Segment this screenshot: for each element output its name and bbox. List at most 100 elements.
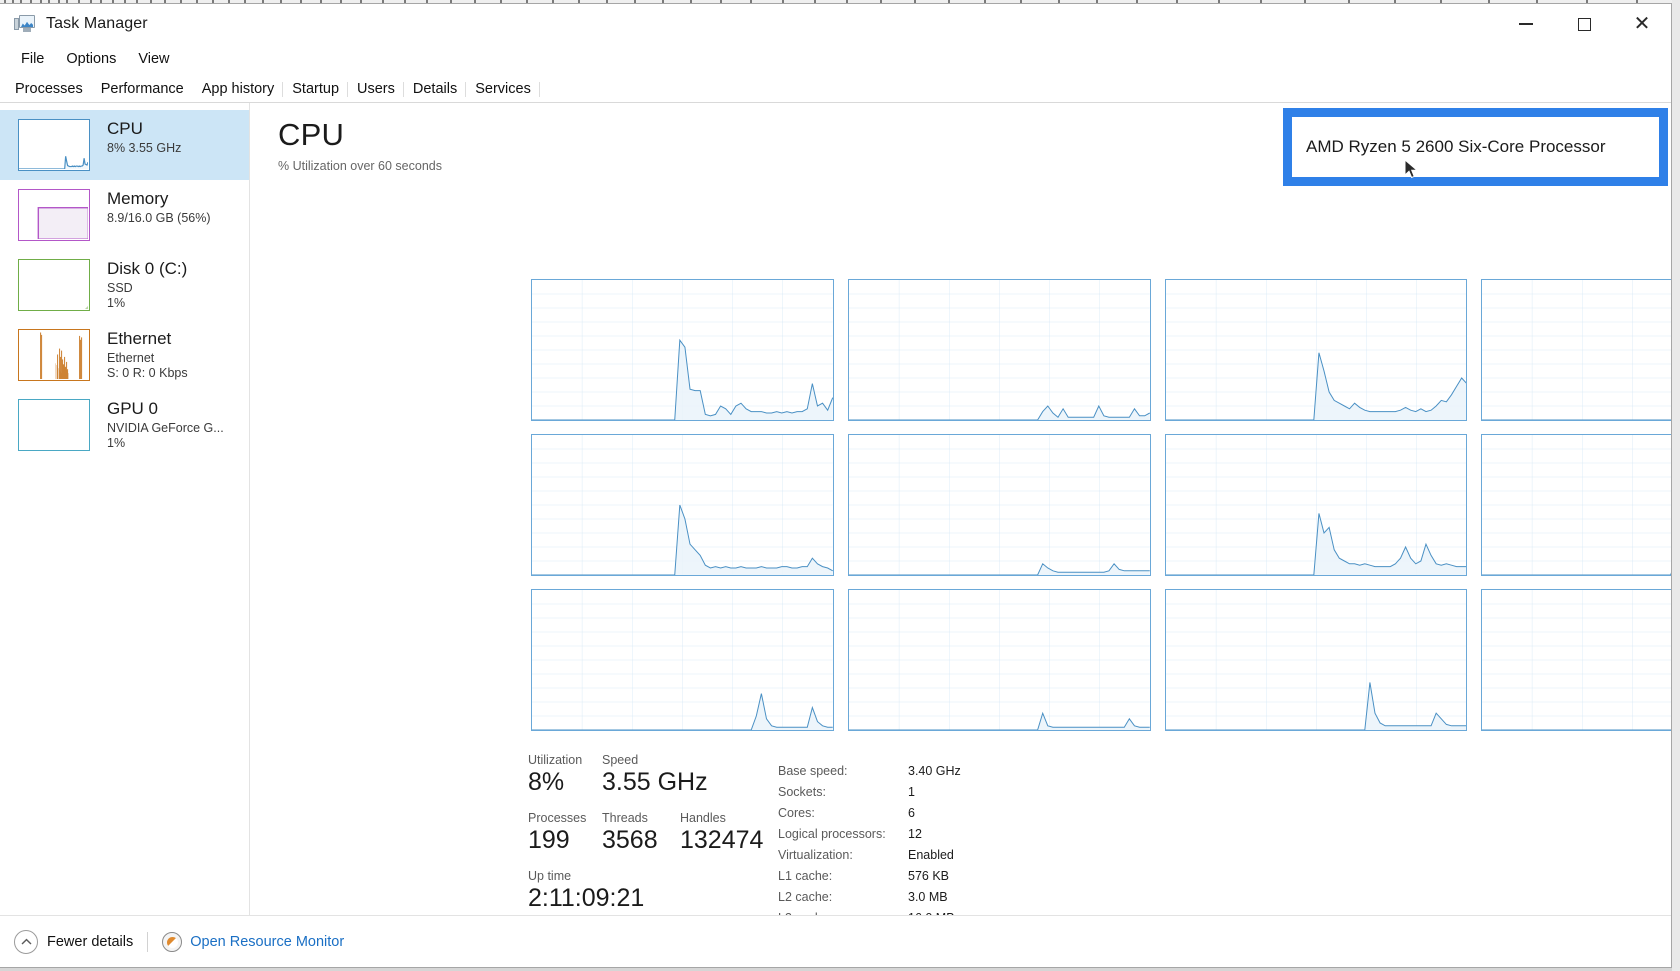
cpu-logical-processor-grid[interactable] (531, 279, 1671, 731)
spec-row: Virtualization: Enabled (778, 845, 961, 866)
processor-name: AMD Ryzen 5 2600 Six-Core Processor (1306, 137, 1606, 156)
stat-utilization-value: 8% (528, 768, 565, 796)
tab-services[interactable]: Services (466, 78, 540, 102)
sidebar-item-detail-1: 8% 3.55 GHz (107, 141, 182, 156)
minimize-button[interactable] (1497, 4, 1555, 44)
tab-users[interactable]: Users (348, 78, 404, 102)
sidebar-item-ethernet[interactable]: Ethernet Ethernet S: 0 R: 0 Kbps (0, 320, 249, 390)
task-manager-icon (14, 14, 36, 34)
sidebar-item-detail-2: 1% (107, 435, 126, 450)
sidebar-thumbnail-graph (18, 329, 90, 381)
spec-row: Sockets: 1 (778, 782, 961, 803)
chevron-up-icon[interactable] (14, 929, 38, 954)
window-controls: ✕ (1497, 4, 1671, 44)
sidebar-item-text: GPU 0 NVIDIA GeForce G... 1% (107, 399, 224, 451)
spec-value: 3.0 MB (908, 890, 948, 904)
cpu-panel: CPU % Utilization over 60 seconds Utiliz… (250, 103, 1671, 961)
cpu-core-graph[interactable] (531, 589, 834, 731)
fewer-details-button[interactable]: Fewer details (47, 934, 133, 950)
status-bar: Fewer details Open Resource Monitor (0, 915, 1671, 967)
task-manager-window: Task Manager ✕ File Options View Processes… (0, 3, 1672, 968)
spec-key: Base speed: (778, 764, 848, 778)
spec-key: L2 cache: (778, 890, 833, 904)
cpu-core-graph[interactable] (531, 279, 834, 421)
cpu-core-graph[interactable] (847, 279, 1151, 421)
spec-row: Cores: 6 (778, 803, 961, 824)
window-title: Task Manager (46, 15, 148, 32)
spec-row: Base speed: 3.40 GHz (778, 761, 961, 782)
stat-threads-label: Threads (602, 811, 648, 825)
open-resource-monitor-link[interactable]: Open Resource Monitor (190, 934, 344, 950)
spec-key: Logical processors: (778, 827, 886, 841)
spec-value: Enabled (908, 848, 954, 862)
spec-row: L1 cache: 576 KB (778, 866, 961, 887)
sidebar-item-label: Ethernet (107, 329, 172, 348)
spec-row: Logical processors: 12 (778, 824, 961, 845)
footer-divider (147, 931, 149, 952)
sidebar-item-detail-1: Ethernet (107, 351, 155, 366)
cpu-core-graph[interactable] (847, 589, 1151, 731)
stat-uptime-label: Up time (528, 869, 572, 883)
spec-value: 3.40 GHz (908, 764, 961, 778)
stat-utilization: Utilization 8% (528, 753, 602, 797)
tab-processes[interactable]: Processes (6, 78, 92, 102)
sidebar-item-detail-1: NVIDIA GeForce G... (107, 421, 224, 436)
sidebar-item-disk-0-c[interactable]: Disk 0 (C:) SSD 1% (0, 250, 249, 320)
stat-utilization-label: Utilization (528, 753, 583, 767)
processor-name-highlight-box: AMD Ryzen 5 2600 Six-Core Processor (1283, 108, 1668, 186)
stat-speed-value: 3.55 GHz (602, 768, 708, 796)
tab-performance[interactable]: Performance (91, 78, 193, 102)
maximize-button[interactable] (1555, 4, 1613, 44)
stat-speed-label: Speed (602, 753, 639, 767)
stat-uptime: Up time 2:11:09:21 (528, 869, 644, 913)
sidebar-item-text: Ethernet Ethernet S: 0 R: 0 Kbps (107, 329, 188, 381)
resource-monitor-icon[interactable] (162, 931, 183, 952)
stat-speed: Speed 3.55 GHz (602, 753, 708, 797)
stat-threads: Threads 3568 (602, 811, 680, 855)
spec-value: 576 KB (908, 869, 950, 883)
sidebar-item-label: CPU (107, 119, 143, 138)
sidebar-item-text: Disk 0 (C:) SSD 1% (107, 259, 187, 311)
content-area: CPU 8% 3.55 GHz Memory 8.9/16.0 GB (56%) Dis… (0, 103, 1671, 961)
tab-label: Startup (292, 81, 340, 97)
sidebar-item-label: Memory (107, 189, 169, 208)
sidebar-item-gpu-0[interactable]: GPU 0 NVIDIA GeForce G... 1% (0, 390, 249, 460)
tab-startup[interactable]: Startup (283, 78, 349, 102)
sidebar-thumbnail-graph (18, 399, 90, 451)
tab-app-history[interactable]: App history (192, 78, 284, 102)
cpu-core-graph[interactable] (1481, 589, 1671, 731)
cpu-core-graph[interactable] (1164, 279, 1468, 421)
cpu-spec-list: Base speed: 3.40 GHz Sockets: 1 Cores: 6 Logic… (778, 753, 961, 929)
cpu-core-graph[interactable] (531, 434, 834, 576)
cpu-core-graph[interactable] (1481, 434, 1671, 576)
tab-label: Performance (100, 81, 184, 97)
spec-value: 6 (908, 806, 915, 820)
close-button[interactable]: ✕ (1613, 4, 1671, 44)
spec-key: Sockets: (778, 785, 826, 799)
sidebar-item-label: Disk 0 (C:) (107, 259, 188, 278)
cpu-core-graph[interactable] (1164, 589, 1468, 731)
spec-key: L1 cache: (778, 869, 833, 883)
cpu-core-graph[interactable] (1481, 279, 1671, 421)
sidebar-item-cpu[interactable]: CPU 8% 3.55 GHz (0, 110, 249, 180)
menu-item-view[interactable]: View (127, 48, 180, 70)
sidebar-item-detail-2: 1% (107, 295, 126, 310)
tab-separator (538, 82, 540, 97)
menu-item-file[interactable]: File (10, 48, 55, 70)
desktop-background-right (1672, 0, 1680, 971)
sidebar-item-detail-1: 8.9/16.0 GB (56%) (107, 211, 211, 226)
tab-label: Processes (15, 81, 83, 97)
mouse-cursor (1404, 158, 1420, 181)
cpu-core-graph[interactable] (847, 434, 1151, 576)
cpu-statistics: Utilization 8% Speed 3.55 GHz Processes (528, 753, 1671, 929)
stat-processes-value: 199 (528, 826, 570, 854)
stat-handles-label: Handles (680, 811, 726, 825)
title-bar: Task Manager ✕ (0, 4, 1671, 44)
sidebar-thumbnail-graph (18, 189, 90, 241)
menu-item-options[interactable]: Options (55, 48, 127, 70)
sidebar-item-memory[interactable]: Memory 8.9/16.0 GB (56%) (0, 180, 249, 250)
sidebar-item-detail-1: SSD (107, 281, 133, 296)
cpu-core-graph[interactable] (1164, 434, 1468, 576)
tab-details[interactable]: Details (403, 78, 467, 102)
spec-key: Virtualization: (778, 848, 853, 862)
